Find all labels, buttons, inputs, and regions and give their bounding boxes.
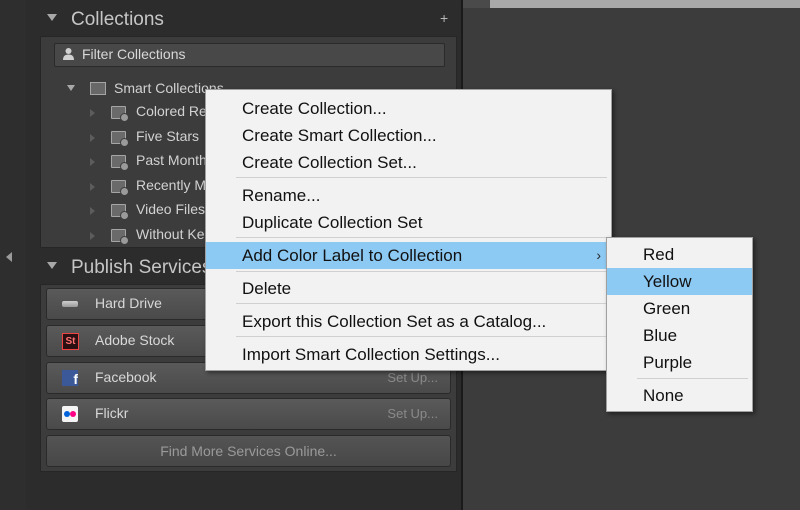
smart-collection-icon — [111, 155, 129, 171]
smart-collection-label: Colored Re — [136, 103, 207, 119]
context-menu: Create Collection... Create Smart Collec… — [205, 89, 612, 371]
setup-link[interactable]: Set Up... — [387, 406, 438, 421]
color-item-label: Green — [643, 299, 691, 318]
service-name: Adobe Stock — [95, 332, 175, 348]
color-item-blue[interactable]: Blue — [607, 322, 752, 349]
find-more-services-button[interactable]: Find More Services Online... — [46, 435, 451, 467]
menu-item-label: Create Collection... — [242, 99, 387, 118]
smart-collection-label: Without Ke — [136, 226, 205, 242]
menu-item-create-smart-collection[interactable]: Create Smart Collection... — [206, 122, 611, 149]
color-label-submenu: Red Yellow Green Blue Purple None — [606, 237, 753, 412]
setup-link[interactable]: Set Up... — [387, 370, 438, 385]
expand-arrow-icon[interactable] — [90, 134, 95, 142]
service-name: Hard Drive — [95, 295, 162, 311]
collapse-left-arrow-icon[interactable] — [6, 252, 12, 262]
color-item-green[interactable]: Green — [607, 295, 752, 322]
smart-collection-item[interactable]: Without Ke — [87, 225, 217, 247]
menu-item-label: Export this Collection Set as a Catalog.… — [242, 312, 547, 331]
smart-collection-item[interactable]: Five Stars — [87, 127, 217, 149]
smart-collection-label: Five Stars — [136, 128, 200, 144]
service-name: Facebook — [95, 369, 157, 385]
smart-collection-item[interactable]: Recently M — [87, 176, 217, 198]
filter-collections-placeholder: Filter Collections — [82, 46, 186, 62]
expand-arrow-icon[interactable] — [90, 232, 95, 240]
publish-services-expand-icon[interactable] — [47, 262, 57, 269]
smart-collection-label: Past Month — [136, 152, 207, 168]
smart-collection-item[interactable]: Colored Re — [87, 102, 217, 124]
add-collection-icon[interactable]: + — [440, 10, 448, 26]
menu-item-label: Create Collection Set... — [242, 153, 417, 172]
smart-collection-label: Video Files — [136, 201, 206, 217]
menu-item-label: Import Smart Collection Settings... — [242, 345, 500, 364]
color-item-purple[interactable]: Purple — [607, 349, 752, 376]
menu-separator — [236, 336, 607, 337]
facebook-icon: f — [62, 370, 78, 386]
color-item-yellow[interactable]: Yellow — [607, 268, 752, 295]
menu-item-delete[interactable]: Delete — [206, 275, 611, 302]
menu-separator — [236, 177, 607, 178]
expand-arrow-icon[interactable] — [90, 207, 95, 215]
menu-separator — [236, 271, 607, 272]
color-item-label: Yellow — [643, 272, 692, 291]
service-flickr[interactable]: Flickr Set Up... — [46, 398, 451, 430]
adobe-stock-icon: St — [62, 333, 79, 350]
expand-arrow-icon[interactable] — [90, 158, 95, 166]
menu-item-duplicate-collection-set[interactable]: Duplicate Collection Set — [206, 209, 611, 236]
menu-item-create-collection-set[interactable]: Create Collection Set... — [206, 149, 611, 176]
hard-drive-icon — [62, 301, 78, 307]
submenu-chevron-right-icon: › — [596, 247, 601, 263]
smart-collection-item[interactable]: Past Month — [87, 151, 217, 173]
smart-collection-icon — [111, 204, 129, 220]
flickr-icon — [62, 406, 78, 422]
collections-expand-icon[interactable] — [47, 14, 57, 21]
expand-arrow-icon[interactable] — [90, 109, 95, 117]
menu-item-export-as-catalog[interactable]: Export this Collection Set as a Catalog.… — [206, 308, 611, 335]
menu-item-label: Rename... — [242, 186, 321, 205]
menu-item-create-collection[interactable]: Create Collection... — [206, 95, 611, 122]
menu-item-import-smart-collection-settings[interactable]: Import Smart Collection Settings... — [206, 341, 611, 368]
collection-set-icon — [90, 82, 106, 95]
menu-separator — [637, 378, 748, 379]
smart-collections-expand-icon[interactable] — [67, 85, 75, 91]
menu-item-rename[interactable]: Rename... — [206, 182, 611, 209]
color-item-none[interactable]: None — [607, 382, 752, 409]
toolbar-strip — [490, 0, 800, 8]
menu-item-label: Add Color Label to Collection — [242, 246, 463, 265]
menu-item-label: Delete — [242, 279, 292, 298]
menu-separator — [236, 303, 607, 304]
menu-separator — [236, 237, 607, 238]
person-search-icon — [63, 48, 74, 60]
smart-collection-icon — [111, 131, 129, 147]
expand-arrow-icon[interactable] — [90, 183, 95, 191]
smart-collection-label: Recently M — [136, 177, 207, 193]
smart-collection-icon — [111, 106, 129, 122]
menu-item-label: Create Smart Collection... — [242, 126, 437, 145]
color-item-red[interactable]: Red — [607, 241, 752, 268]
smart-collection-icon — [111, 229, 129, 245]
menu-item-add-color-label[interactable]: Add Color Label to Collection › — [206, 242, 611, 269]
smart-collection-item[interactable]: Video Files — [87, 200, 217, 222]
color-item-label: Purple — [643, 353, 693, 372]
filmstrip-edge — [463, 0, 490, 8]
left-panel-edge[interactable] — [0, 0, 26, 510]
color-item-label: None — [643, 386, 684, 405]
menu-item-label: Duplicate Collection Set — [242, 213, 423, 232]
smart-collection-icon — [111, 180, 129, 196]
color-item-label: Blue — [643, 326, 678, 345]
color-item-label: Red — [643, 245, 675, 264]
service-name: Flickr — [95, 405, 129, 421]
